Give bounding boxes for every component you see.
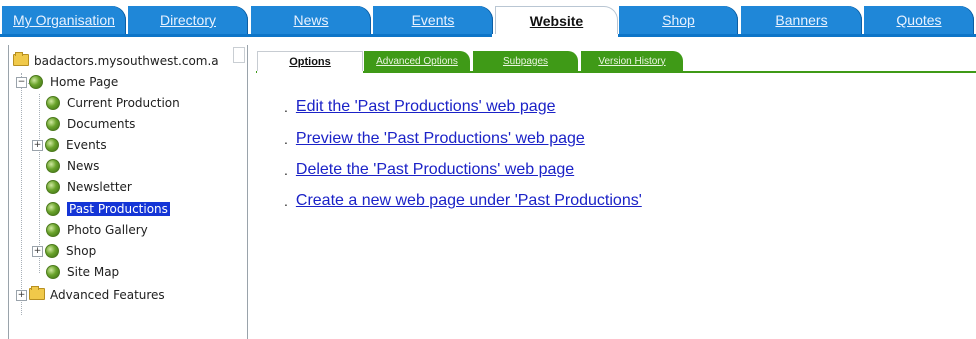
bullet-icon: . (284, 162, 288, 178)
tree-item-past-productions[interactable]: Past Productions (46, 199, 170, 219)
page-options-panel: Options Advanced Options Subpages Versio… (256, 45, 976, 339)
tree-item-label: Photo Gallery (67, 223, 148, 237)
edit-page-link[interactable]: Edit the 'Past Productions' web page (296, 98, 556, 116)
preview-page-link[interactable]: Preview the 'Past Productions' web page (296, 130, 585, 148)
tab-website[interactable]: Website (495, 6, 618, 35)
globe-icon (46, 223, 62, 237)
folder-icon (13, 52, 29, 68)
tab-events[interactable]: Events (373, 6, 493, 34)
tree-item-label: Newsletter (67, 180, 132, 194)
subtab-advanced-options[interactable]: Advanced Options (364, 51, 470, 71)
subtab-subpages[interactable]: Subpages (473, 51, 578, 71)
expand-icon[interactable]: + (32, 139, 43, 151)
subtab-version-history[interactable]: Version History (581, 51, 683, 71)
bullet-icon: . (284, 193, 288, 209)
subtab-underline (256, 71, 976, 73)
tree-item-newsletter[interactable]: Newsletter (46, 177, 132, 197)
collapse-icon[interactable]: − (16, 76, 27, 88)
globe-icon (46, 96, 62, 110)
tree-root[interactable]: badactors.mysouthwest.com.a (13, 51, 219, 71)
tree-item-current-production[interactable]: Current Production (46, 93, 180, 113)
tree-item-label: Events (66, 138, 107, 152)
tree-item-home-page[interactable]: − Home Page (16, 72, 118, 92)
tree-root-label: badactors.mysouthwest.com.a (34, 54, 219, 68)
tree-item-documents[interactable]: Documents (46, 114, 135, 134)
active-subtab-gap (257, 71, 363, 73)
tab-directory[interactable]: Directory (128, 6, 248, 34)
tree-item-label: News (67, 159, 100, 173)
tree-scroll-cap[interactable] (233, 47, 245, 63)
globe-icon (46, 117, 62, 131)
tree-item-site-map[interactable]: Site Map (46, 262, 119, 282)
action-create-subpage: . Create a new web page under 'Past Prod… (284, 190, 642, 212)
tree-item-label-selected: Past Productions (67, 202, 170, 216)
tree-item-label: Documents (67, 117, 136, 131)
action-delete-page: . Delete the 'Past Productions' web page (284, 159, 574, 181)
action-preview-page: . Preview the 'Past Productions' web pag… (284, 128, 585, 150)
bullet-icon: . (284, 131, 288, 147)
active-tab-gap (492, 34, 618, 37)
action-edit-page: . Edit the 'Past Productions' web page (284, 96, 556, 118)
tree-item-shop[interactable]: + Shop (32, 241, 96, 261)
tree-item-label: Site Map (67, 265, 120, 279)
tree-item-label: Current Production (67, 96, 180, 110)
tab-shop[interactable]: Shop (619, 6, 738, 34)
tree-item-photo-gallery[interactable]: Photo Gallery (46, 220, 148, 240)
tab-news[interactable]: News (251, 6, 371, 34)
globe-icon (46, 202, 62, 216)
tab-banners[interactable]: Banners (741, 6, 862, 34)
tree-item-label: Shop (66, 244, 97, 258)
globe-icon (46, 180, 62, 194)
globe-icon (29, 75, 45, 89)
tree-item-news[interactable]: News (46, 156, 99, 176)
expand-icon[interactable]: + (32, 245, 43, 257)
globe-icon (46, 265, 62, 279)
tree-item-label: Home Page (50, 75, 119, 89)
site-tree-panel: badactors.mysouthwest.com.a − Home Page … (8, 45, 248, 339)
tree-item-label: Advanced Features (50, 288, 165, 302)
create-subpage-link[interactable]: Create a new web page under 'Past Produc… (296, 192, 642, 210)
subtab-options[interactable]: Options (257, 51, 363, 72)
tab-my-organisation[interactable]: My Organisation (2, 6, 126, 34)
top-tab-underline (0, 34, 976, 37)
top-navigation: My Organisation Directory News Events We… (0, 0, 976, 40)
delete-page-link[interactable]: Delete the 'Past Productions' web page (296, 161, 574, 179)
globe-icon (46, 159, 62, 173)
tree-connector (21, 73, 22, 315)
folder-icon (29, 286, 45, 302)
expand-icon[interactable]: + (16, 289, 27, 301)
tree-item-events[interactable]: + Events (32, 135, 107, 155)
tab-quotes[interactable]: Quotes (864, 6, 974, 34)
globe-icon (45, 244, 61, 258)
tree-item-advanced-features[interactable]: + Advanced Features (16, 285, 165, 305)
bullet-icon: . (284, 99, 288, 115)
globe-icon (45, 138, 61, 152)
